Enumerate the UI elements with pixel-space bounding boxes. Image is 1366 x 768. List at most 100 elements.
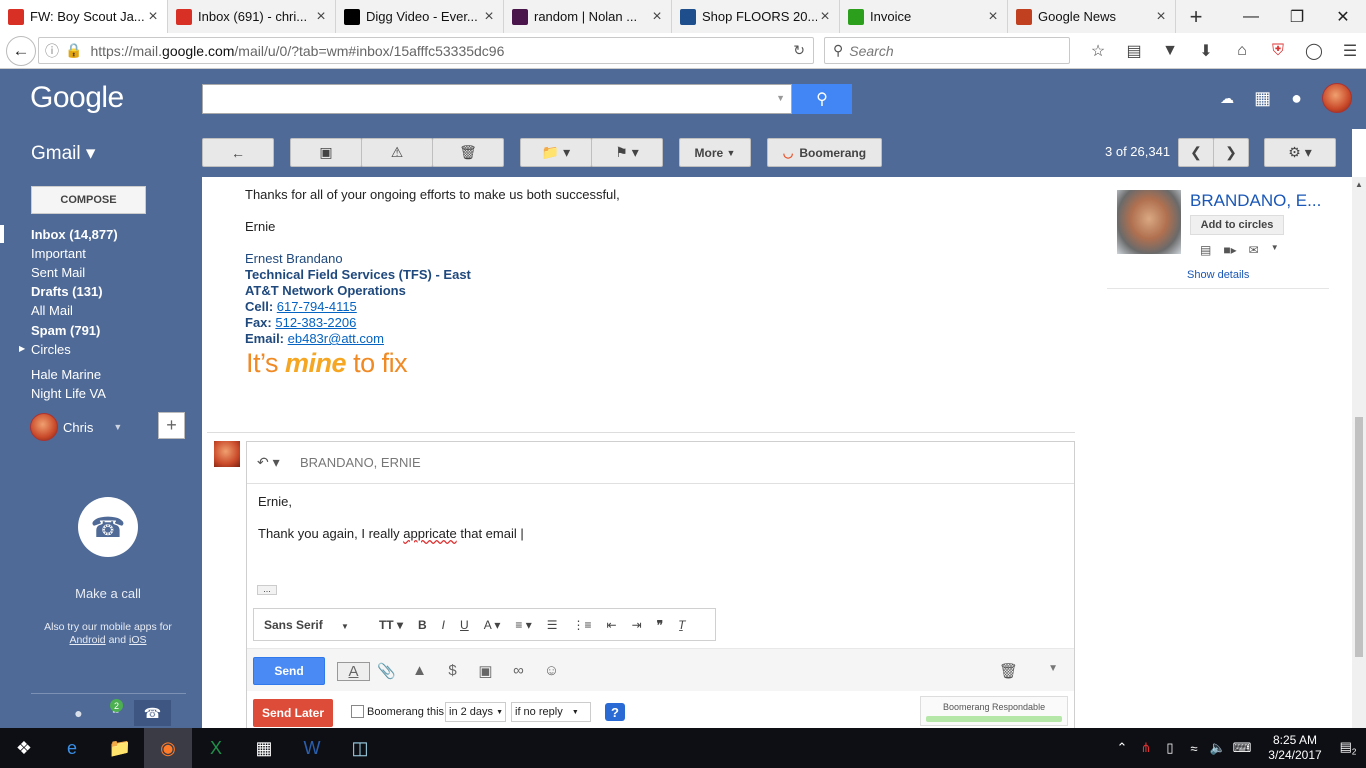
delete-button[interactable]: 🗑 xyxy=(432,138,504,167)
mail-icon[interactable]: ✉ xyxy=(1249,243,1259,257)
boomerang-condition-select[interactable]: if no reply ▼ xyxy=(511,702,591,722)
rainbow-icon[interactable]: ☁ xyxy=(1220,90,1234,107)
close-icon[interactable]: × xyxy=(985,8,1001,26)
menu-icon[interactable]: ☰ xyxy=(1332,37,1366,64)
search-options-icon[interactable]: ▼ xyxy=(776,93,785,103)
emoji-icon[interactable]: ☺ xyxy=(535,662,568,681)
browser-tab[interactable]: Shop FLOORS 20... × xyxy=(672,0,840,33)
contact-name[interactable]: BRANDANO, E... xyxy=(1190,191,1330,211)
globe-icon[interactable]: ◯ xyxy=(1296,37,1332,64)
underline-icon[interactable]: U xyxy=(460,618,469,632)
new-tab-icon[interactable]: + xyxy=(1176,0,1216,33)
text-color-icon[interactable]: A ▾ xyxy=(484,618,501,632)
close-icon[interactable]: × xyxy=(817,8,833,26)
show-trimmed-button[interactable]: ... xyxy=(257,585,277,595)
account-avatar[interactable] xyxy=(1322,83,1352,113)
scroll-up-icon[interactable]: ▲ xyxy=(1355,180,1363,189)
scrollbar[interactable]: ▲ xyxy=(1352,177,1366,728)
nav-item[interactable]: Circles xyxy=(31,342,71,357)
notifications-icon[interactable]: ▤2 xyxy=(1330,739,1366,757)
bookmark-star-icon[interactable]: ☆ xyxy=(1080,37,1116,64)
discard-draft-icon[interactable]: 🗑 xyxy=(999,662,1018,680)
older-button[interactable]: ❯ xyxy=(1213,138,1249,167)
app-tray-icon[interactable]: ⋔ xyxy=(1134,740,1158,756)
show-hidden-icons[interactable]: ⌃ xyxy=(1110,740,1134,756)
boomerang-button[interactable]: ◡ Boomerang xyxy=(767,138,882,167)
boomerang-delay-select[interactable]: in 2 days ▼ xyxy=(445,702,506,722)
boomerang-this-checkbox[interactable]: Boomerang this xyxy=(351,705,444,718)
nav-item[interactable]: Drafts (131) xyxy=(31,284,103,299)
reader-view-icon[interactable]: ▤ xyxy=(1116,37,1152,64)
numbered-list-icon[interactable]: ☰ xyxy=(547,618,558,632)
font-size-icon[interactable]: TT ▾ xyxy=(379,618,403,632)
account-row[interactable]: Chris ▼ xyxy=(30,413,122,441)
restore-icon[interactable]: ❐ xyxy=(1274,0,1320,33)
address-bar[interactable]: ⓘ 🔒 https://mail. google.com/mail/u/0/?ta… xyxy=(38,37,814,64)
drive-icon[interactable]: ▲ xyxy=(403,662,436,681)
reply-line-1[interactable]: Ernie, xyxy=(258,494,292,509)
nav-item[interactable]: Hale Marine xyxy=(31,367,101,382)
mail-search-button[interactable]: ⚲ xyxy=(792,84,852,114)
close-icon[interactable]: × xyxy=(649,8,665,26)
chevron-down-icon[interactable]: ▼ xyxy=(1271,243,1279,257)
back-icon[interactable]: ← xyxy=(6,35,36,66)
nav-item[interactable]: All Mail xyxy=(31,303,73,318)
browser-tab[interactable]: FW: Boy Scout Ja... × xyxy=(0,0,168,33)
newer-button[interactable]: ❮ xyxy=(1178,138,1214,167)
align-icon[interactable]: ≡ ▾ xyxy=(515,618,531,632)
circles-expand-icon[interactable]: ▶ xyxy=(19,344,25,353)
indent-less-icon[interactable]: ⇤ xyxy=(607,618,617,632)
firefox-icon[interactable]: ◉ xyxy=(144,728,192,768)
phone-icon[interactable]: ☎ xyxy=(78,497,138,557)
notes-icon[interactable]: ◫ xyxy=(336,728,384,768)
android-link[interactable]: Android xyxy=(69,634,105,646)
close-icon[interactable]: × xyxy=(1153,8,1169,26)
close-window-icon[interactable]: ✕ xyxy=(1320,0,1366,33)
link-icon[interactable]: ∞ xyxy=(502,662,535,681)
phone-tab-icon[interactable]: ☎ xyxy=(134,700,171,726)
reload-icon[interactable]: ↻ xyxy=(793,42,805,59)
new-chat-button[interactable]: + xyxy=(158,412,185,439)
edge-icon[interactable]: e xyxy=(48,728,96,768)
minimize-icon[interactable]: — xyxy=(1228,0,1274,33)
windows-start-icon[interactable]: ❖ xyxy=(0,728,48,768)
volume-icon[interactable]: 🔈 xyxy=(1206,740,1230,756)
settings-button[interactable]: ⚙ ▾ xyxy=(1264,138,1336,167)
attach-icon[interactable]: 📎 xyxy=(370,662,403,681)
browser-tab[interactable]: Inbox (691) - chri... × xyxy=(168,0,336,33)
indent-more-icon[interactable]: ⇥ xyxy=(632,618,642,632)
chat-icon[interactable]: ▤ xyxy=(1200,243,1211,257)
word-icon[interactable]: W xyxy=(288,728,336,768)
nav-item[interactable]: Important xyxy=(31,246,86,261)
reply-type-icon[interactable]: ↶ ▾ xyxy=(257,454,280,471)
show-details-link[interactable]: Show details xyxy=(1187,269,1249,281)
quote-icon[interactable]: ❞ xyxy=(657,618,663,632)
browser-tab[interactable]: Digg Video - Ever... × xyxy=(336,0,504,33)
remove-formatting-icon[interactable]: Ṯ xyxy=(678,618,685,632)
send-button[interactable]: Send xyxy=(253,657,325,685)
reply-to[interactable]: BRANDANO, ERNIE xyxy=(300,455,421,470)
compose-button[interactable]: COMPOSE xyxy=(31,186,146,214)
boomerang-respondable[interactable]: Boomerang Respondable xyxy=(920,696,1068,726)
home-icon[interactable]: ⌂ xyxy=(1224,37,1260,64)
shield-icon[interactable]: ⛨ xyxy=(1260,37,1296,64)
photo-icon[interactable]: ▣ xyxy=(469,662,502,681)
nav-item[interactable]: Inbox (14,877) xyxy=(31,227,118,242)
clock[interactable]: 8:25 AM 3/24/2017 xyxy=(1260,733,1330,763)
pocket-icon[interactable]: ▼ xyxy=(1152,37,1188,64)
download-icon[interactable]: ⬇ xyxy=(1188,37,1224,64)
cell-link[interactable]: 617-794-4115 xyxy=(277,299,357,314)
money-icon[interactable]: $ xyxy=(436,662,469,681)
font-select[interactable]: Sans Serif ▼ xyxy=(264,618,364,632)
excel-icon[interactable]: X xyxy=(192,728,240,768)
fax-link[interactable]: 512-383-2206 xyxy=(275,315,356,330)
nav-item[interactable]: Sent Mail xyxy=(31,265,85,280)
report-spam-button[interactable]: ⚠ xyxy=(361,138,433,167)
gmail-app-switcher[interactable]: Gmail ▾ xyxy=(31,142,95,165)
add-to-circles-button[interactable]: Add to circles xyxy=(1190,215,1284,235)
move-to-button[interactable]: 📁 ▾ xyxy=(520,138,592,167)
file-explorer-icon[interactable]: 📁 xyxy=(96,728,144,768)
calculator-icon[interactable]: ▦ xyxy=(240,728,288,768)
mail-search-input[interactable]: ▼ xyxy=(202,84,792,114)
email-link[interactable]: eb483r@att.com xyxy=(288,331,384,346)
